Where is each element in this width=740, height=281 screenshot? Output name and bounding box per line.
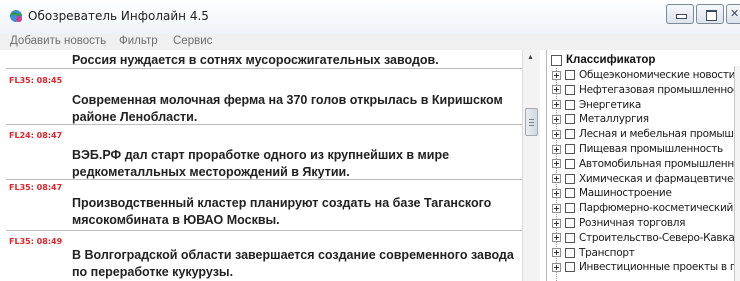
classifier-item-label: Лесная и мебельная промышлен [579, 128, 740, 141]
expand-plus-icon[interactable] [552, 262, 561, 272]
classifier-root-label: Классификатор [566, 54, 656, 66]
menu-service[interactable]: Сервис [173, 35, 212, 47]
news-headline: ВЭБ.РФ дал старт проработке одного из кр… [72, 148, 450, 179]
menu-add-news[interactable]: Добавить новость [10, 35, 106, 47]
expand-plus-icon[interactable] [552, 248, 561, 258]
news-headline: Россия нуждается в сотнях мусоросжигател… [72, 53, 439, 67]
classifier-item-checkbox[interactable] [565, 70, 575, 80]
news-headline: В Волгоградской области завершается созд… [72, 248, 514, 279]
classifier-item-checkbox[interactable] [565, 84, 575, 95]
title-bar: Обозреватель Инфолайн 4.5 [0, 0, 740, 34]
news-tag: FL24: 08:47 [9, 131, 63, 140]
scroll-up-arrow-icon[interactable]: ▲ [527, 54, 534, 61]
classifier-item-checkbox[interactable] [565, 188, 575, 199]
classifier-item-checkbox[interactable] [565, 262, 575, 273]
expand-plus-icon[interactable] [552, 85, 561, 95]
window-title: Обозреватель Инфолайн 4.5 [28, 9, 209, 23]
classifier-item-label: Металлургия [579, 113, 649, 126]
classifier-item-checkbox[interactable] [565, 114, 575, 125]
app-globe-icon [10, 10, 22, 22]
classifier-root[interactable]: Классификатор [551, 53, 655, 67]
news-scrollbar[interactable]: ▲ [522, 50, 540, 281]
expand-plus-icon[interactable] [552, 144, 561, 154]
grip-icon [529, 119, 534, 126]
classifier-item-label: Транспорт [579, 246, 635, 259]
classifier-item[interactable]: Общеэкономические новости [552, 69, 735, 81]
news-headline: Современная молочная ферма на 370 голов … [72, 93, 503, 124]
classifier-item[interactable]: Парфюмерно-косметический ры [552, 202, 740, 214]
classifier-item-checkbox[interactable] [565, 218, 575, 228]
classifier-item[interactable]: Транспорт [552, 247, 635, 259]
window-controls [666, 4, 740, 24]
news-tag: FL35: 08:47 [9, 183, 63, 192]
classifier-item[interactable]: Лесная и мебельная промышлен [552, 128, 740, 140]
menu-bar: Добавить новость Фильтр Сервис [0, 34, 740, 50]
classifier-item-checkbox[interactable] [565, 158, 575, 169]
expand-plus-icon[interactable] [552, 174, 561, 184]
classifier-item-label: Общеэкономические новости [579, 69, 736, 81]
classifier-item-checkbox[interactable] [565, 144, 575, 154]
news-headline: Производственный кластер планируют созда… [72, 196, 492, 227]
classifier-item[interactable]: Химическая и фармацевтическа [552, 173, 740, 185]
expand-plus-icon[interactable] [552, 203, 561, 213]
classifier-item[interactable]: Розничная торговля [552, 217, 685, 229]
classifier-item-checkbox[interactable] [565, 173, 575, 184]
classifier-scrollbar[interactable] [734, 66, 740, 281]
news-item[interactable]: Россия нуждается в сотнях мусоросжигател… [6, 50, 532, 67]
news-tag: FL35: 08:45 [9, 76, 63, 85]
expand-plus-icon[interactable] [552, 114, 561, 124]
classifier-item-checkbox[interactable] [565, 99, 575, 110]
classifier-item-label: Нефтегазовая промышленность [579, 83, 740, 96]
classifier-item-label: Парфюмерно-косметический ры [579, 202, 740, 215]
expand-plus-icon[interactable] [552, 233, 561, 243]
classifier-item-label: Химическая и фармацевтическа [579, 172, 740, 185]
classifier-item-label: Строительство-Северо-Кавказск [579, 231, 740, 244]
classifier-item[interactable]: Инвестиционные проекты в прог [552, 261, 740, 273]
news-item[interactable]: FL24: 08:47 ВЭБ.РФ дал старт проработке … [6, 125, 532, 180]
news-item[interactable]: FL35: 08:45 Современная молочная ферма н… [6, 69, 532, 124]
classifier-item-label: Инвестиционные проекты в прог [579, 261, 740, 274]
menu-filter[interactable]: Фильтр [119, 35, 158, 47]
classifier-item[interactable]: Металлургия [552, 113, 649, 125]
expand-plus-icon[interactable] [552, 188, 561, 198]
classifier-item-label: Автомобильная промышленност [579, 157, 740, 170]
expand-plus-icon[interactable] [552, 129, 561, 139]
classifier-item[interactable]: Автомобильная промышленност [552, 158, 740, 170]
expand-plus-icon[interactable] [552, 70, 561, 80]
news-item[interactable]: FL35: 08:49 В Волгоградской области заве… [6, 231, 532, 281]
classifier-item-checkbox[interactable] [565, 203, 575, 214]
classifier-item-checkbox[interactable] [565, 247, 575, 258]
classifier-tree: Классификатор Общеэкономические новости Н… [546, 50, 740, 281]
news-tag: FL35: 08:49 [9, 237, 63, 246]
classifier-item-label: Машиностроение [579, 187, 672, 200]
classifier-item-label: Розничная торговля [579, 217, 686, 229]
scroll-thumb[interactable] [525, 108, 538, 136]
minimize-button[interactable] [666, 4, 694, 24]
expand-plus-icon[interactable] [552, 100, 561, 110]
classifier-item-checkbox[interactable] [565, 129, 575, 140]
classifier-root-checkbox[interactable] [551, 54, 562, 66]
close-button[interactable] [726, 4, 740, 24]
classifier-item[interactable]: Машиностроение [552, 187, 672, 199]
classifier-item[interactable]: Нефтегазовая промышленность [552, 84, 740, 96]
classifier-item[interactable]: Строительство-Северо-Кавказск [552, 232, 740, 244]
classifier-item-checkbox[interactable] [565, 232, 575, 243]
news-list[interactable]: Россия нуждается в сотнях мусоросжигател… [6, 50, 540, 281]
expand-plus-icon[interactable] [552, 159, 561, 169]
classifier-item-label: Пищевая промышленность [579, 143, 723, 155]
classifier-item[interactable]: Энергетика [552, 99, 641, 111]
expand-plus-icon[interactable] [552, 218, 561, 228]
news-item[interactable]: FL35: 08:47 Производственный кластер пла… [6, 180, 532, 234]
classifier-item-label: Энергетика [579, 98, 642, 111]
classifier-item[interactable]: Пищевая промышленность [552, 143, 723, 155]
maximize-button[interactable] [696, 4, 724, 24]
